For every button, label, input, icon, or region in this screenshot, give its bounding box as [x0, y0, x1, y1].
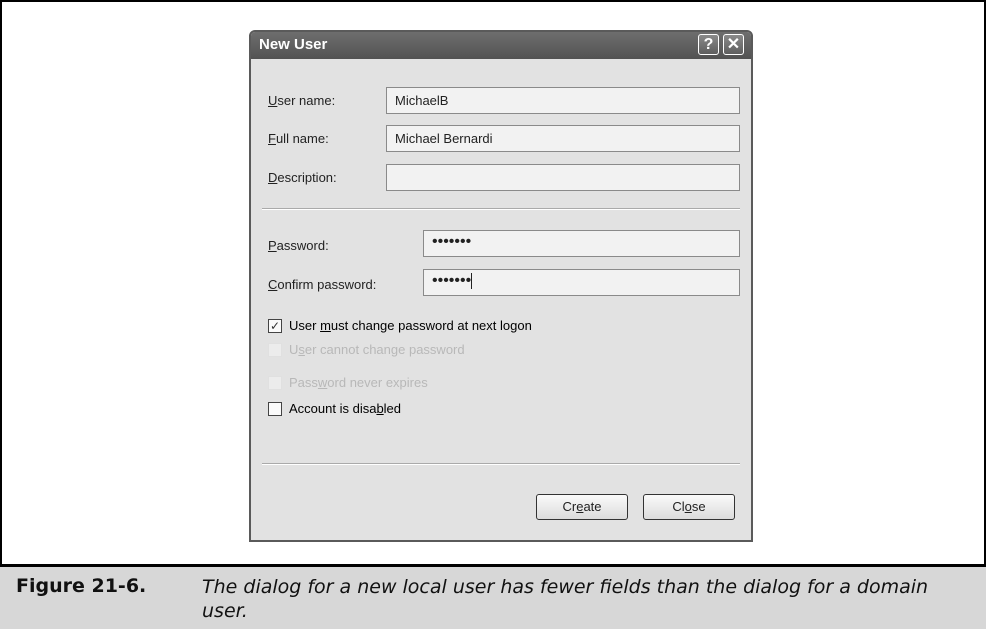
text-caret — [471, 272, 473, 289]
close-window-button[interactable]: ✕ — [723, 34, 744, 55]
dialog-title: New User — [259, 36, 328, 53]
description-label: Description: — [268, 170, 337, 185]
must-change-label: User must change password at next logon — [289, 318, 532, 333]
new-user-dialog: New User ? ✕ User name: MichaelB Full na… — [249, 30, 753, 542]
close-icon: ✕ — [726, 36, 741, 53]
figure-caption: Figure 21-6. The dialog for a new local … — [0, 567, 986, 629]
help-icon: ? — [703, 36, 714, 53]
separator-top — [262, 208, 740, 210]
password-input[interactable]: ••••••• — [423, 230, 740, 257]
figure-number: Figure 21-6. — [16, 575, 147, 597]
username-label: User name: — [268, 93, 336, 108]
cannot-change-checkbox — [268, 343, 282, 357]
account-disabled-label: Account is disabled — [289, 401, 402, 416]
never-expires-label: Password never expires — [289, 375, 428, 390]
figure-caption-text: The dialog for a new local user has fewe… — [202, 576, 929, 622]
confirm-password-input[interactable]: ••••••• — [423, 269, 740, 296]
title-bar: New User ? ✕ — [251, 32, 751, 59]
separator-bottom — [262, 463, 740, 465]
description-input[interactable] — [386, 164, 740, 191]
fullname-input[interactable]: Michael Bernardi — [386, 125, 740, 152]
help-button[interactable]: ? — [698, 34, 719, 55]
never-expires-checkbox — [268, 376, 282, 390]
fullname-label: Full name: — [268, 131, 329, 146]
username-input[interactable]: MichaelB — [386, 87, 740, 114]
must-change-checkbox[interactable]: ✓ — [268, 319, 282, 333]
close-button[interactable]: Close — [643, 494, 735, 520]
confirm-password-label: Confirm password: — [268, 277, 377, 292]
confirm-password-value: ••••••• — [432, 272, 472, 289]
cannot-change-label: User cannot change password — [289, 342, 465, 357]
account-disabled-checkbox[interactable] — [268, 402, 282, 416]
password-label: Password: — [268, 238, 329, 253]
create-button[interactable]: Create — [536, 494, 628, 520]
